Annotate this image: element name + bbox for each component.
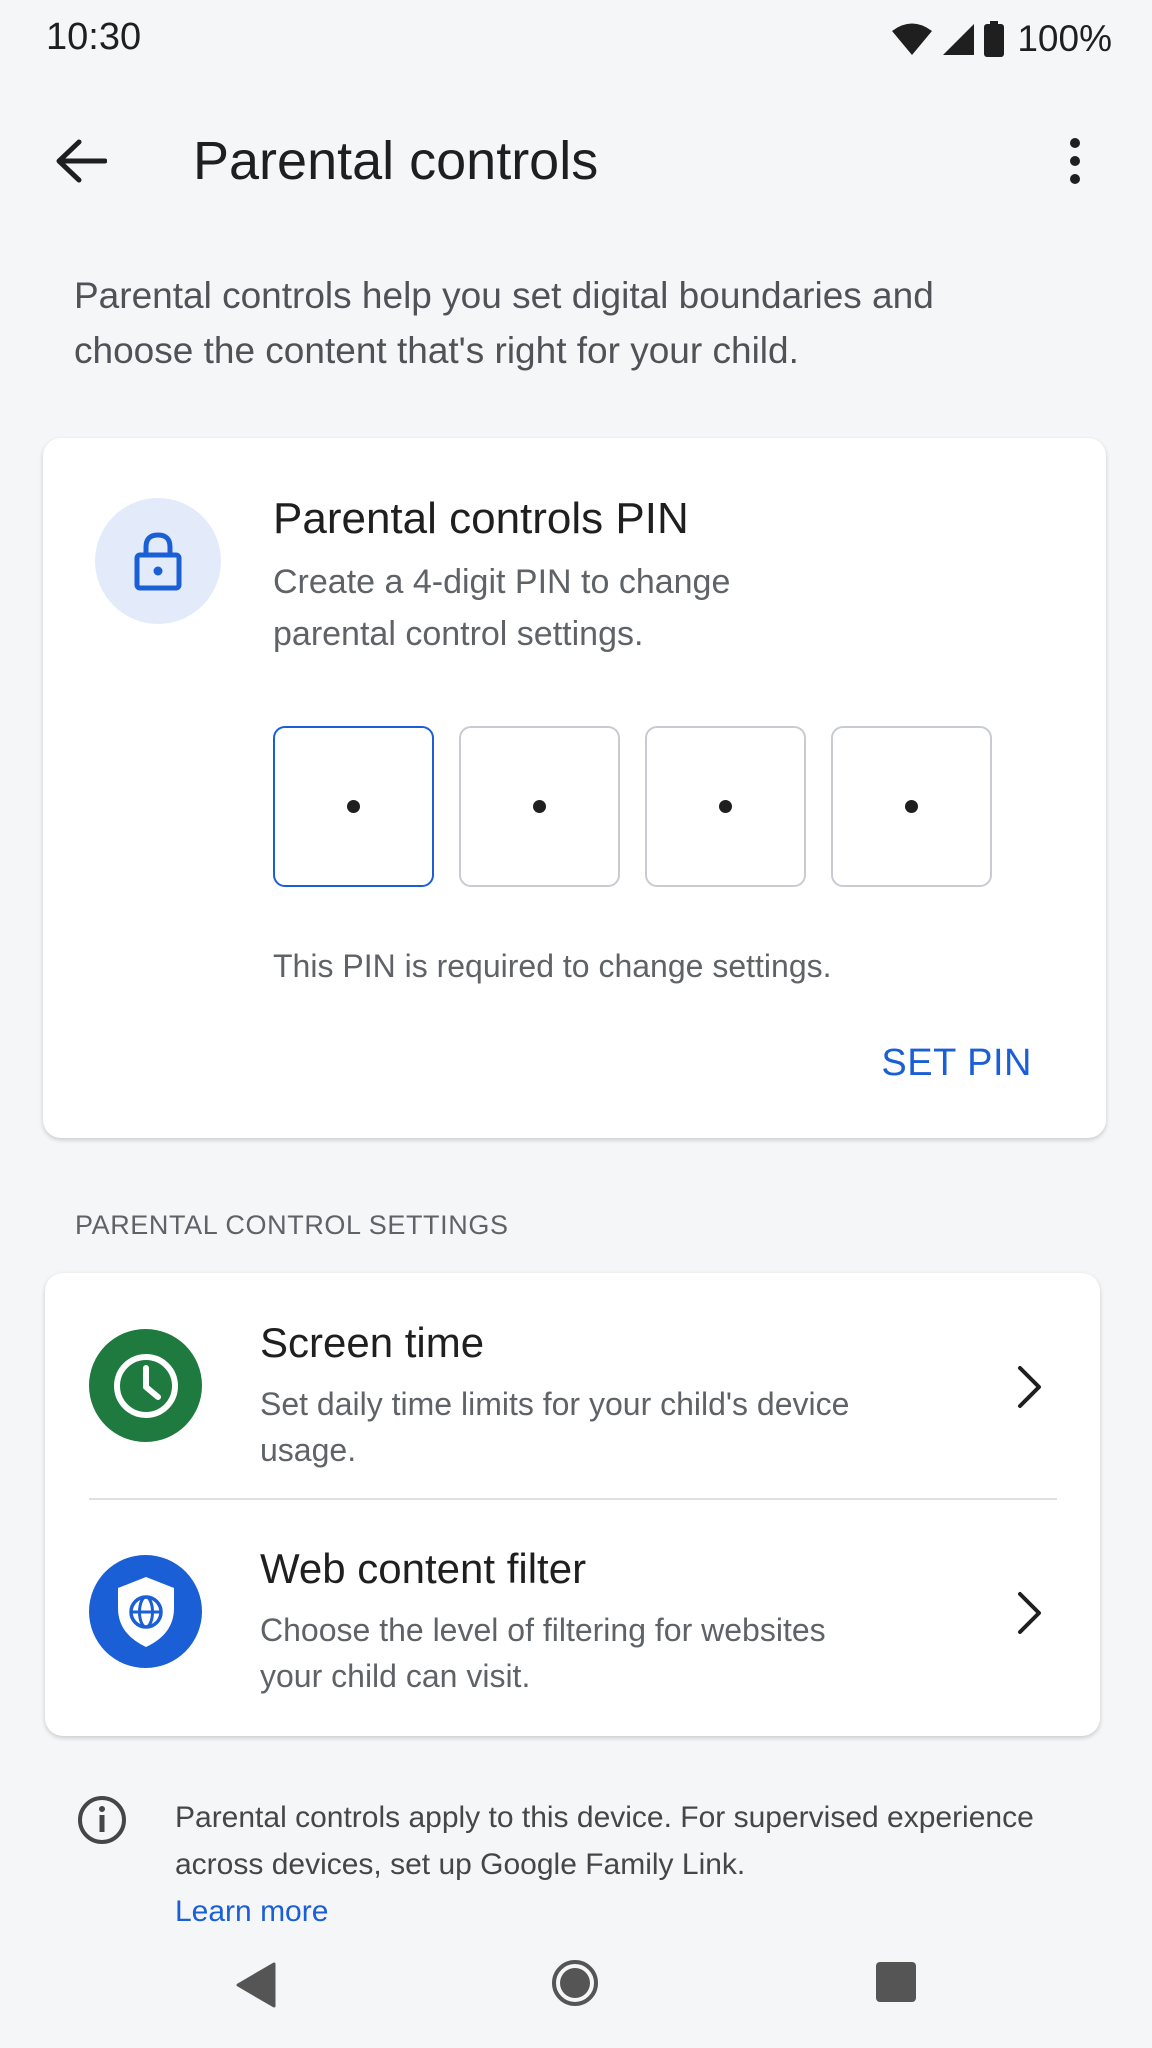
lock-icon — [134, 532, 182, 591]
pin-subtitle: Create a 4-digit PIN to change parental … — [273, 563, 731, 653]
info-icon — [78, 1796, 126, 1844]
status-time: 10:30 — [46, 16, 142, 58]
web-filter-description: Choose the level of filtering for websit… — [260, 1612, 826, 1694]
wifi-icon — [892, 23, 933, 55]
lock-badge — [95, 498, 221, 624]
pin-placeholder-dot — [719, 800, 732, 813]
battery-icon — [984, 21, 1005, 57]
pin-placeholder-dot — [533, 800, 546, 813]
signal-icon — [943, 24, 975, 55]
status-icons: 100% — [891, 18, 1112, 60]
status-bar: 10:30 100% — [0, 0, 1152, 76]
intro-text: Parental controls help you set digital b… — [74, 275, 934, 371]
screen-time-description: Set daily time limits for your child's d… — [260, 1386, 850, 1468]
footer-info-text: Parental controls apply to this device. … — [175, 1801, 1034, 1881]
pin-input-group — [273, 726, 992, 887]
pin-title: Parental controls PIN — [273, 494, 689, 543]
section-label: PARENTAL CONTROL SETTINGS — [75, 1210, 509, 1240]
nav-back-icon[interactable] — [232, 1960, 282, 2010]
pin-digit-4[interactable] — [831, 726, 992, 887]
learn-more-link[interactable]: Learn more — [175, 1888, 1075, 1935]
shield-globe-icon — [117, 1576, 174, 1647]
more-vert-icon — [1070, 138, 1080, 184]
back-button[interactable] — [36, 126, 126, 196]
set-pin-button[interactable]: SET PIN — [881, 1042, 1032, 1085]
web-content-filter-row[interactable]: Web content filter Choose the level of f… — [45, 1499, 1100, 1729]
screen-time-row[interactable]: Screen time Set daily time limits for yo… — [45, 1273, 1100, 1503]
system-nav-bar — [0, 1940, 1152, 2048]
web-filter-badge — [89, 1555, 202, 1668]
clock-icon — [113, 1353, 178, 1418]
page-title: Parental controls — [193, 131, 599, 191]
more-options-button[interactable] — [1040, 122, 1110, 200]
chevron-right-icon — [1005, 1583, 1055, 1643]
screen-time-title: Screen time — [260, 1319, 485, 1366]
app-bar: Parental controls — [0, 100, 1152, 225]
pin-note: This PIN is required to change settings. — [273, 948, 832, 984]
screen-time-badge — [89, 1329, 202, 1442]
nav-home-icon[interactable] — [550, 1958, 600, 2008]
pin-card: Parental controls PIN Create a 4-digit P… — [43, 438, 1106, 1138]
back-arrow-icon — [56, 139, 107, 183]
chevron-right-icon — [1005, 1357, 1055, 1417]
pin-placeholder-dot — [905, 800, 918, 813]
pin-digit-3[interactable] — [645, 726, 806, 887]
pin-digit-1[interactable] — [273, 726, 434, 887]
battery-percent: 100% — [1017, 18, 1112, 59]
pin-digit-2[interactable] — [459, 726, 620, 887]
settings-card: Screen time Set daily time limits for yo… — [45, 1273, 1100, 1736]
web-filter-title: Web content filter — [260, 1545, 587, 1592]
nav-recents-icon[interactable] — [874, 1960, 918, 2004]
pin-placeholder-dot — [347, 800, 360, 813]
footer-info: Parental controls apply to this device. … — [175, 1794, 1075, 1935]
